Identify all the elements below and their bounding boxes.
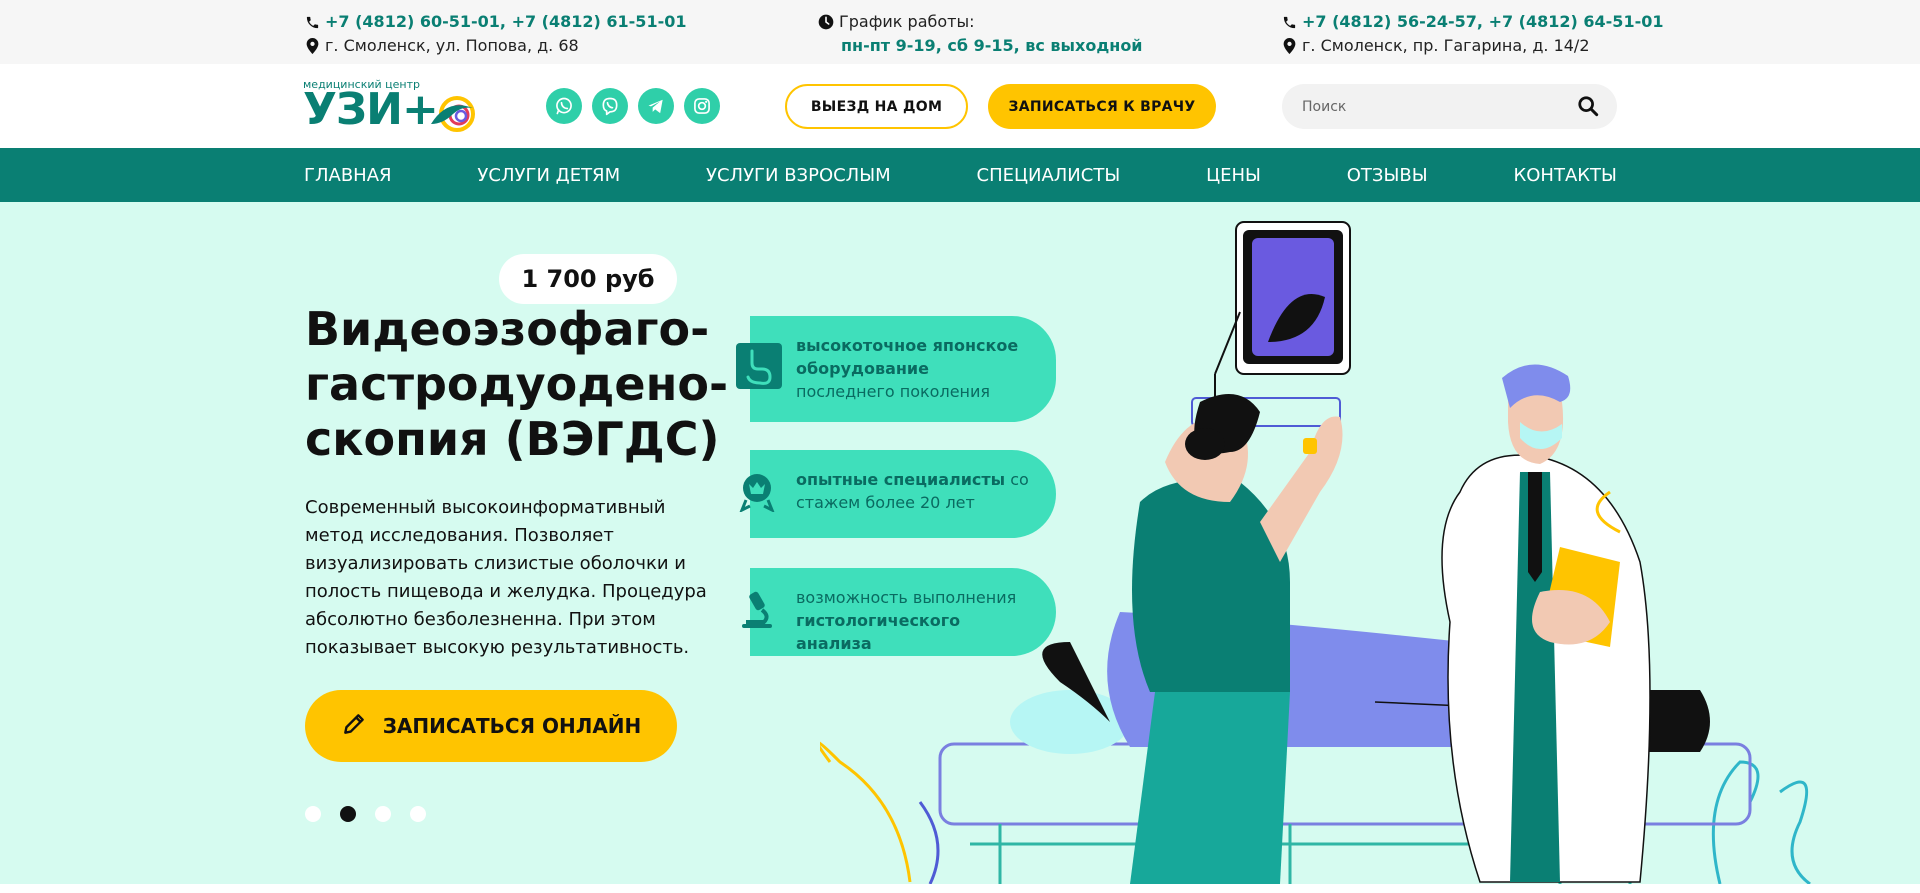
- clock-icon: [817, 13, 835, 31]
- slider-dot[interactable]: [410, 806, 426, 822]
- logo[interactable]: медицинский центр УЗИ+: [303, 78, 483, 135]
- whatsapp-icon[interactable]: [546, 88, 582, 124]
- location-pin-icon: [1280, 37, 1298, 55]
- contacts-popova: +7 (4812) 60-51-01, +7 (4812) 61-51-01 г…: [303, 10, 686, 58]
- pencil-icon: [341, 711, 367, 742]
- contacts-gagarina: +7 (4812) 56-24-57, +7 (4812) 64-51-01 г…: [1280, 10, 1663, 58]
- slider-dots: [305, 806, 426, 822]
- home-visit-button[interactable]: ВЫЕЗД НА ДОМ: [785, 84, 968, 129]
- phones-link[interactable]: +7 (4812) 56-24-57, +7 (4812) 64-51-01: [1302, 10, 1663, 34]
- nav-item-children-services[interactable]: УСЛУГИ ДЕТЯМ: [477, 165, 620, 186]
- award-icon: [736, 470, 778, 518]
- book-online-label: ЗАПИСАТЬСЯ ОНЛАЙН: [382, 714, 642, 738]
- hero-title: Видеоэзофаго- гастродуодено- скопия (ВЭГ…: [305, 302, 729, 466]
- feature-specialists-bold: опытные специалисты: [796, 470, 1006, 489]
- stomach-icon: [736, 343, 782, 395]
- logo-wordmark: УЗИ+: [303, 84, 439, 135]
- feature-equipment-text: последнего поколения: [796, 382, 991, 401]
- hero-description: Современный высокоинформативный метод ис…: [305, 497, 707, 658]
- book-doctor-button[interactable]: ЗАПИСАТЬСЯ К ВРАЧУ: [988, 84, 1216, 129]
- schedule-value: пн-пт 9-19, сб 9-15, вс выходной: [841, 36, 1143, 55]
- hero-slider: 1 700 руб Видеоэзофаго- гастродуодено- с…: [0, 202, 1920, 884]
- feature-histology-text: возможность выполнения: [796, 588, 1017, 607]
- feature-equipment: высокоточное японское оборудование после…: [736, 316, 1056, 422]
- nav-item-specialists[interactable]: СПЕЦИАЛИСТЫ: [977, 165, 1121, 186]
- address-text: г. Смоленск, ул. Попова, д. 68: [325, 36, 579, 55]
- schedule-label: График работы:: [839, 12, 975, 31]
- nav-item-prices[interactable]: ЦЕНЫ: [1206, 165, 1261, 186]
- main-nav: ГЛАВНАЯ УСЛУГИ ДЕТЯМ УСЛУГИ ВЗРОСЛЫМ СПЕ…: [0, 148, 1920, 202]
- doctor-illustration: [820, 221, 1811, 884]
- address-text: г. Смоленск, пр. Гагарина, д. 14/2: [1302, 36, 1590, 55]
- location-pin-icon: [303, 37, 321, 55]
- nav-item-home[interactable]: ГЛАВНАЯ: [304, 165, 392, 186]
- phones-link[interactable]: +7 (4812) 60-51-01, +7 (4812) 61-51-01: [325, 10, 686, 34]
- top-info-bar: +7 (4812) 60-51-01, +7 (4812) 61-51-01 г…: [0, 0, 1920, 64]
- nav-item-reviews[interactable]: ОТЗЫВЫ: [1347, 165, 1428, 186]
- feature-histology: возможность выполнения гистологического …: [742, 568, 1056, 656]
- work-schedule: График работы: пн-пт 9-19, сб 9-15, вс в…: [817, 10, 1143, 58]
- slider-dot-active[interactable]: [340, 806, 356, 822]
- nav-item-adult-services[interactable]: УСЛУГИ ВЗРОСЛЫМ: [706, 165, 891, 186]
- phone-icon: [303, 13, 321, 31]
- search-box: [1282, 84, 1617, 129]
- instagram-icon[interactable]: [684, 88, 720, 124]
- price-badge: 1 700 руб: [499, 254, 677, 304]
- feature-specialists: опытные специалисты со стажем более 20 л…: [739, 450, 1056, 538]
- logo-dolphin-icon: [431, 96, 475, 132]
- slider-dot[interactable]: [305, 806, 321, 822]
- phone-icon: [1280, 13, 1298, 31]
- viber-icon[interactable]: [592, 88, 628, 124]
- feature-histology-bold: гистологического анализа: [796, 611, 961, 653]
- search-icon[interactable]: [1577, 95, 1599, 121]
- feature-equipment-bold: высокоточное японское оборудование: [796, 336, 1019, 378]
- book-online-button[interactable]: ЗАПИСАТЬСЯ ОНЛАЙН: [305, 690, 677, 762]
- search-input[interactable]: [1302, 84, 1562, 129]
- social-links: [546, 88, 720, 124]
- slider-dot[interactable]: [375, 806, 391, 822]
- nav-item-contacts[interactable]: КОНТАКТЫ: [1513, 165, 1616, 186]
- header: медицинский центр УЗИ+ ВЫЕЗД НА ДОМ ЗАПИ…: [0, 64, 1920, 148]
- microscope-icon: [736, 588, 778, 636]
- telegram-icon[interactable]: [638, 88, 674, 124]
